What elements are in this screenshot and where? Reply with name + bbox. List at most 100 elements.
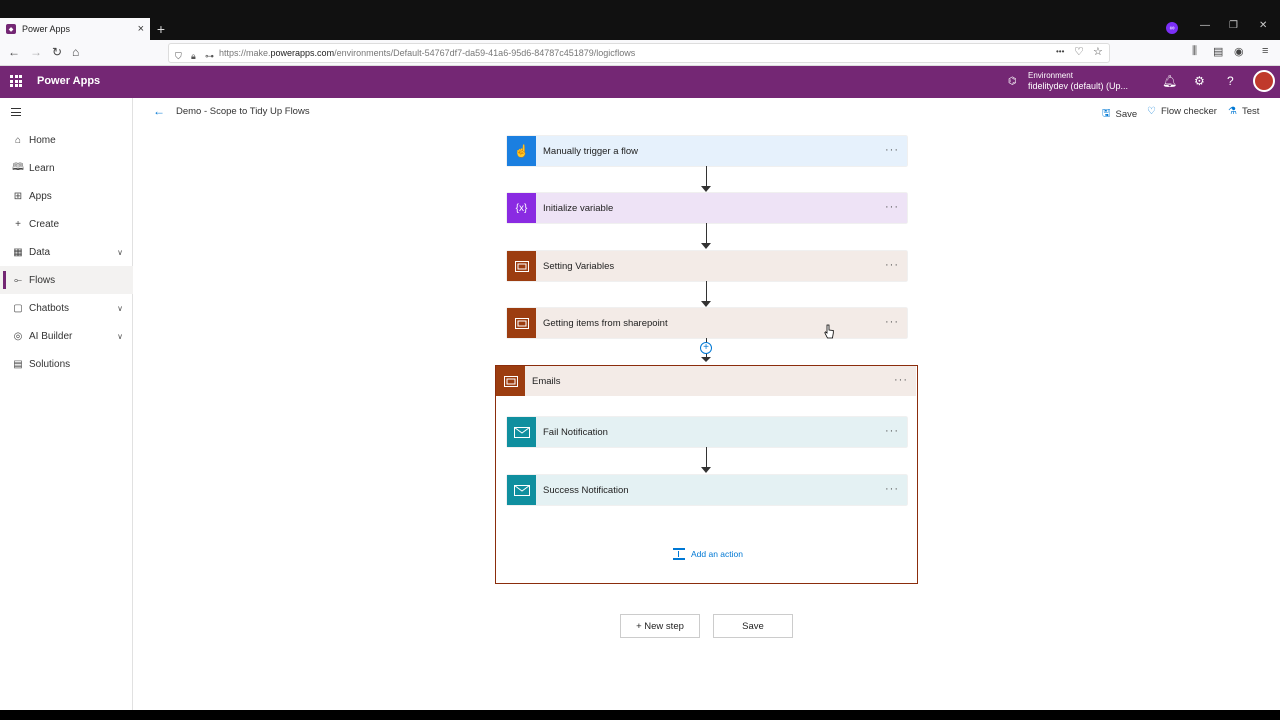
- more-options-icon[interactable]: ···: [885, 316, 899, 328]
- hamburger-icon[interactable]: [11, 108, 21, 119]
- mail-icon: [507, 417, 536, 447]
- back-arrow-icon[interactable]: ←: [153, 104, 165, 118]
- save-button[interactable]: Save: [713, 614, 793, 638]
- shield-icon: ⛉: [175, 51, 182, 61]
- test-label: Test: [1241, 106, 1260, 117]
- sidebar-item-label: Apps: [29, 190, 52, 202]
- close-window-icon[interactable]: ✕: [1259, 20, 1267, 31]
- environment-value: fidelitydev (default) (Up...: [1028, 81, 1129, 91]
- connector-line: [706, 223, 707, 245]
- chevron-down-icon[interactable]: ∨: [117, 304, 123, 313]
- minimize-icon[interactable]: —: [1200, 20, 1210, 31]
- notification-bell-icon[interactable]: 🔔︎: [1162, 74, 1177, 88]
- arrow-down-icon: [701, 301, 711, 307]
- new-step-button[interactable]: + New step: [620, 614, 700, 638]
- save-command-button[interactable]: 🖫︎ Save: [1102, 106, 1137, 123]
- flow-step-manual-trigger[interactable]: ☝ Manually trigger a flow ···: [507, 136, 907, 166]
- back-icon[interactable]: ←: [8, 45, 20, 59]
- sidebar-item-label: Data: [29, 246, 51, 258]
- more-options-icon[interactable]: ···: [894, 374, 908, 386]
- help-icon[interactable]: ?: [1227, 74, 1234, 88]
- flow-step-fail-notification[interactable]: Fail Notification ···: [507, 417, 907, 447]
- solutions-icon: ▤: [13, 358, 23, 370]
- app-title[interactable]: Power Apps: [37, 75, 100, 87]
- avatar[interactable]: [1253, 70, 1275, 92]
- ai-builder-icon: ◎: [13, 330, 23, 342]
- more-options-icon[interactable]: ···: [885, 144, 899, 156]
- sidebar-item-solutions[interactable]: ▤ Solutions: [0, 350, 133, 378]
- sidebar-item-chatbots[interactable]: ▢ Chatbots ∨: [0, 294, 133, 322]
- tab-title: Power Apps: [22, 24, 71, 34]
- sidebar: ⌂ Home 🕮︎ Learn ⊞ Apps + Create ▦ Data ∨…: [0, 98, 133, 710]
- more-options-icon[interactable]: ···: [885, 201, 899, 213]
- step-label: Success Notification: [543, 484, 629, 496]
- chevron-down-icon[interactable]: ∨: [117, 332, 123, 341]
- sidebar-item-ai-builder[interactable]: ◎ AI Builder ∨: [0, 322, 133, 350]
- add-action-button[interactable]: Add an action: [673, 548, 743, 560]
- sidebar-item-label: Chatbots: [29, 302, 70, 314]
- settings-gear-icon[interactable]: ⚙: [1194, 74, 1205, 88]
- more-options-icon[interactable]: ···: [885, 425, 899, 437]
- step-label: Setting Variables: [543, 260, 615, 272]
- flow-icon: ⟜: [14, 274, 22, 286]
- flow-checker-label: Flow checker: [1160, 106, 1217, 117]
- sidebar-item-label: Create: [29, 218, 60, 230]
- page-actions-icon[interactable]: •••: [1056, 47, 1064, 56]
- flow-step-getting-items[interactable]: Getting items from sharepoint ···: [507, 308, 907, 338]
- environment-picker[interactable]: Environment fidelitydev (default) (Up...: [1028, 70, 1128, 92]
- lock-icon: 🔒︎: [191, 51, 196, 61]
- sidebar-item-home[interactable]: ⌂ Home: [0, 126, 133, 154]
- forward-icon[interactable]: →: [30, 45, 42, 59]
- scope-label: Emails: [532, 375, 561, 387]
- browser-tab-bar: ◆ Power Apps × + ∞ — ❐ ✕: [0, 0, 1280, 40]
- waffle-icon[interactable]: [10, 75, 22, 87]
- scope-icon: [507, 251, 536, 281]
- bookmark-star-icon[interactable]: ☆: [1093, 45, 1103, 58]
- sidebar-item-learn[interactable]: 🕮︎ Learn: [0, 154, 133, 182]
- library-icon[interactable]: ⫼: [1192, 45, 1197, 58]
- chevron-down-icon[interactable]: ∨: [117, 248, 123, 257]
- menu-icon[interactable]: ≡: [1262, 45, 1268, 57]
- maximize-icon[interactable]: ❐: [1229, 20, 1238, 31]
- more-options-icon[interactable]: ···: [885, 483, 899, 495]
- powerapps-favicon-icon: ◆: [6, 24, 16, 34]
- stethoscope-icon: ♡: [1147, 106, 1156, 117]
- tab-close-icon[interactable]: ×: [138, 23, 144, 35]
- reload-icon[interactable]: ↻: [52, 45, 62, 59]
- arrow-down-icon: [701, 243, 711, 249]
- insert-step-icon[interactable]: +: [700, 342, 712, 354]
- more-options-icon[interactable]: ···: [885, 259, 899, 271]
- permissions-icon: ⊶: [205, 51, 214, 61]
- scope-icon: [507, 308, 536, 338]
- arrow-down-icon: [701, 186, 711, 192]
- account-icon[interactable]: ◉: [1234, 45, 1244, 58]
- extension-icon[interactable]: ∞: [1166, 22, 1178, 34]
- test-button[interactable]: ⚗ Test: [1228, 106, 1259, 117]
- sidebar-item-create[interactable]: + Create: [0, 210, 133, 238]
- save-command-label: Save: [1115, 109, 1138, 120]
- flow-step-setting-variables[interactable]: Setting Variables ···: [507, 251, 907, 281]
- flow-checker-button[interactable]: ♡ Flow checker: [1147, 106, 1217, 117]
- pocket-icon[interactable]: ♡: [1074, 45, 1084, 58]
- variable-icon: {x}: [507, 193, 536, 223]
- scope-header[interactable]: Emails ···: [496, 366, 916, 396]
- connector-line: [706, 166, 707, 188]
- flow-step-success-notification[interactable]: Success Notification ···: [507, 475, 907, 505]
- home-icon[interactable]: ⌂: [72, 45, 79, 59]
- sidebar-toggle-icon[interactable]: ▤: [1213, 45, 1223, 58]
- table-icon: ▦: [13, 246, 23, 258]
- sidebar-item-apps[interactable]: ⊞ Apps: [0, 182, 133, 210]
- sidebar-item-flows[interactable]: ⟜ Flows: [0, 266, 133, 294]
- environment-label: Environment: [1028, 71, 1073, 80]
- step-label: Manually trigger a flow: [543, 145, 639, 157]
- sidebar-item-data[interactable]: ▦ Data ∨: [0, 238, 133, 266]
- add-action-icon: [673, 548, 685, 560]
- hand-trigger-icon: ☝: [507, 136, 536, 166]
- browser-tab[interactable]: ◆ Power Apps ×: [0, 18, 150, 40]
- browser-nav-bar: ← → ↻ ⌂ ⛉ 🔒︎ ⊶ https://make.powerapps.co…: [0, 40, 1280, 66]
- flow-step-initialize-variable[interactable]: {x} Initialize variable ···: [507, 193, 907, 223]
- add-action-label: Add an action: [691, 549, 743, 559]
- sidebar-item-label: Flows: [29, 274, 56, 286]
- new-tab-button[interactable]: +: [154, 18, 168, 40]
- url-input[interactable]: ⛉ 🔒︎ ⊶ https://make.powerapps.com/enviro…: [168, 43, 1110, 63]
